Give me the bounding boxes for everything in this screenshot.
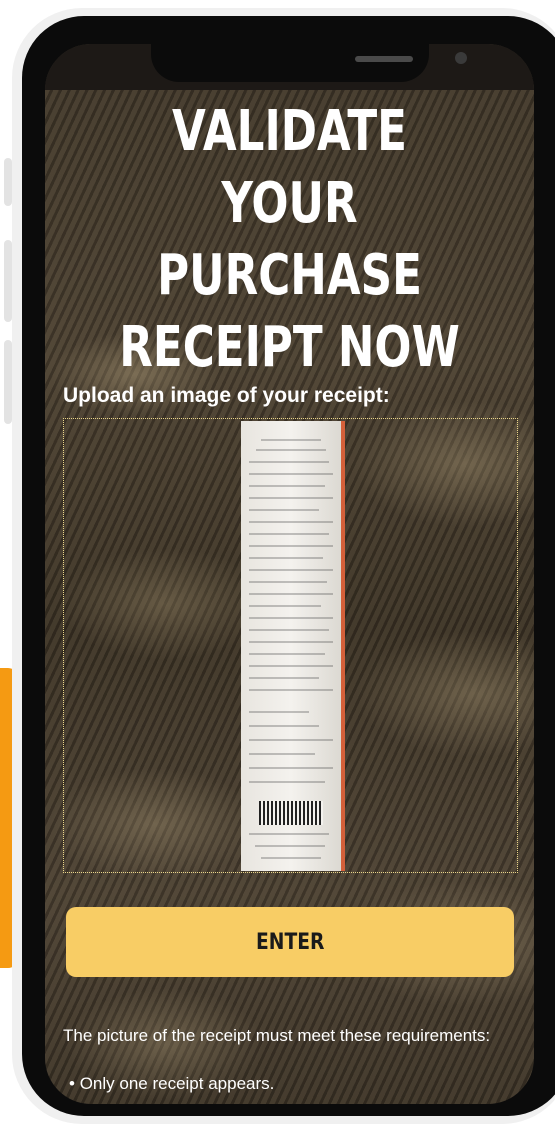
title-line: RECEIPT NOW — [119, 315, 460, 380]
enter-button[interactable]: ENTER — [66, 907, 514, 977]
requirement-text: Only one receipt appears. — [79, 1074, 275, 1093]
receipt-upload-area[interactable] — [63, 418, 518, 873]
camera-icon — [455, 52, 467, 64]
page-title: VALIDATE YOUR PURCHASE RECEIPT NOW — [99, 96, 480, 384]
upload-label: Upload an image of your receipt: — [63, 384, 390, 407]
requirement-item: • Only one receipt appears. — [69, 1074, 275, 1093]
phone-notch — [151, 44, 467, 82]
phone-side-button — [4, 340, 12, 424]
receipt-image — [241, 421, 341, 871]
title-line: PURCHASE — [157, 243, 422, 308]
barcode-icon — [259, 801, 323, 825]
requirements-intro: The picture of the receipt must meet the… — [63, 1026, 491, 1045]
phone-side-button — [4, 240, 12, 322]
title-line: VALIDATE YOUR — [171, 99, 408, 236]
phone-side-button — [4, 158, 12, 206]
enter-button-label: ENTER — [255, 929, 325, 955]
speaker-icon — [355, 56, 413, 62]
phone-screen: VALIDATE YOUR PURCHASE RECEIPT NOW Uploa… — [45, 44, 534, 1104]
